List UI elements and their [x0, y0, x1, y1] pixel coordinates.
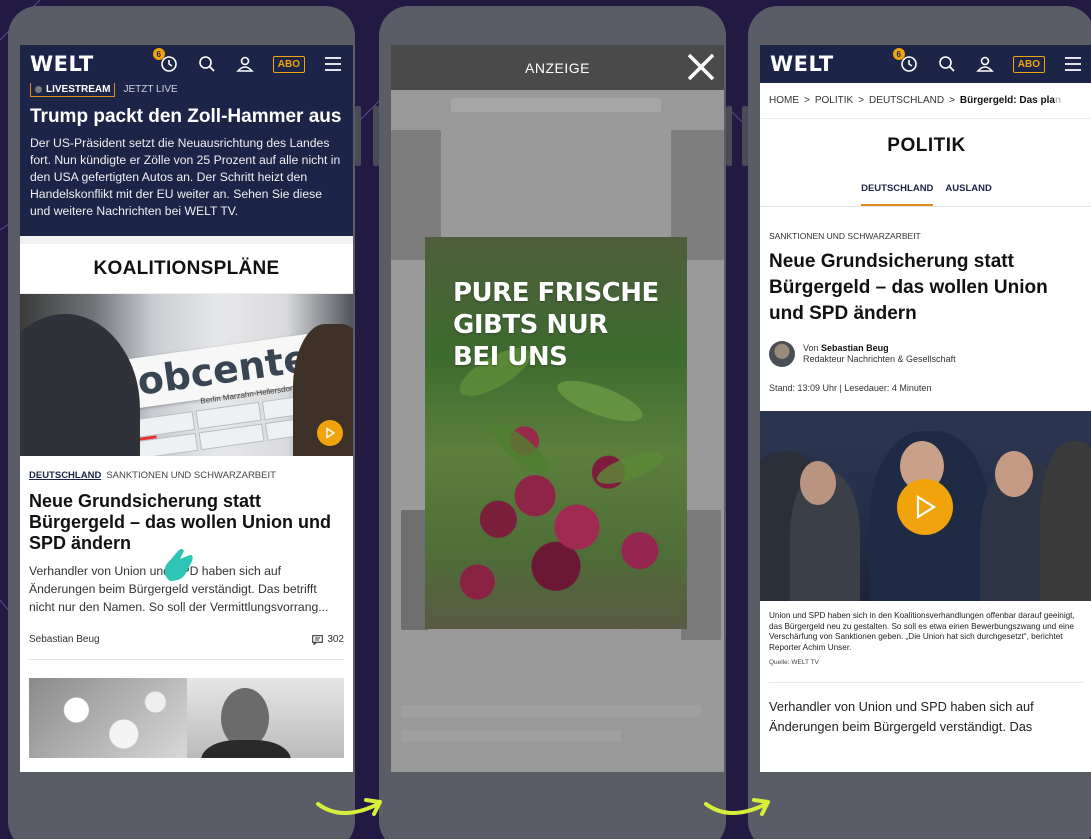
flowers-image [29, 678, 187, 758]
category-primary[interactable]: DEUTSCHLAND [29, 470, 101, 481]
abo-button[interactable]: ABO [272, 55, 305, 73]
avatar [769, 341, 795, 367]
breadcrumb: HOME > POLITIK > DEUTSCHLAND > Bürgergeld: … [760, 83, 1091, 119]
article-video[interactable] [760, 411, 1091, 601]
livestream-teaser[interactable]: LIVESTREAM JETZT LIVE Trump packt den Zo… [20, 81, 353, 236]
tab-ausland[interactable]: AUSLAND [945, 183, 991, 206]
history-icon[interactable]: 6 [892, 48, 919, 74]
ad-headline: PURE FRISCHE GIBTS NUR BEI UNS [453, 278, 659, 372]
menu-icon[interactable] [323, 54, 343, 74]
article-categories: DEUTSCHLAND SANKTIONEN UND SCHWARZARBEIT [29, 470, 344, 481]
ad-creative[interactable]: PURE FRISCHE GIBTS NUR BEI UNS [425, 237, 687, 629]
author-name[interactable]: Sebastian Beug [821, 343, 889, 353]
jobcenter-image[interactable]: jobcenter Berlin Marzahn-Hellersdorf [20, 294, 353, 456]
tab-deutschland[interactable]: DEUTSCHLAND [861, 183, 934, 206]
user-icon[interactable] [975, 54, 995, 74]
ad-header: ANZEIGE [391, 45, 724, 90]
live-headline[interactable]: Trump packt den Zoll-Hammer aus [30, 105, 343, 129]
live-dot-icon [35, 85, 42, 93]
video-source: Quelle: WELT TV [769, 659, 819, 666]
tap-hand-icon [164, 549, 193, 581]
close-icon[interactable] [686, 52, 716, 82]
menu-icon[interactable] [1063, 54, 1083, 74]
history-icon[interactable]: 6 [152, 48, 179, 74]
next-teaser-image[interactable] [29, 678, 344, 758]
live-status: JETZT LIVE [123, 83, 178, 95]
screen-article: WELT 6 ABO HOME > POLITIK > DEUTSCHLAND … [760, 45, 1091, 772]
comments-link[interactable]: 302 [312, 634, 344, 645]
notification-badge: 6 [892, 48, 905, 60]
screen-homepage: WELT 6 ABO LIVESTREAM JETZT LIVE Trump p… [20, 45, 353, 772]
livestream-tag: LIVESTREAM [30, 81, 116, 97]
search-icon[interactable] [937, 54, 957, 74]
breadcrumb-deutschland[interactable]: DEUTSCHLAND [869, 95, 944, 106]
welt-header: WELT 6 ABO [760, 45, 1091, 83]
breadcrumb-home[interactable]: HOME [769, 95, 799, 106]
author-box[interactable]: Von Sebastian Beug Redakteur Nachrichten… [769, 341, 1084, 367]
article-body: Verhandler von Union und SPD haben sich … [769, 682, 1084, 737]
user-icon[interactable] [235, 54, 255, 74]
abo-button[interactable]: ABO [1012, 55, 1045, 73]
live-summary: Der US-Präsident setzt die Neuausrichtun… [30, 136, 341, 218]
article-kicker[interactable]: SANKTIONEN UND SCHWARZARBEIT [769, 231, 1084, 241]
section-tabs: DEUTSCHLAND AUSLAND [760, 183, 1091, 206]
section-title[interactable]: POLITIK [760, 135, 1091, 157]
search-icon[interactable] [197, 54, 217, 74]
notification-badge: 6 [152, 48, 165, 60]
author-role: Redakteur Nachrichten & Gesellschaft [803, 354, 956, 364]
comment-count: 302 [327, 634, 344, 645]
phone-frame-3: WELT 6 ABO HOME > POLITIK > DEUTSCHLAND … [742, 6, 1091, 839]
section-title[interactable]: KOALITIONSPLÄNE [20, 236, 353, 294]
portrait-image [186, 678, 344, 758]
video-caption: Union und SPD haben sich in den Koalitio… [769, 611, 1075, 652]
breadcrumb-politik[interactable]: POLITIK [815, 95, 853, 106]
play-video-icon[interactable] [317, 420, 343, 446]
play-video-icon[interactable] [897, 479, 953, 535]
welt-header: WELT 6 ABO [20, 45, 353, 83]
article-author: Sebastian Beug [29, 634, 100, 645]
welt-logo[interactable]: WELT [30, 52, 94, 76]
breadcrumb-current: Bürgergeld: Das pla [959, 95, 1055, 106]
phone-frame-2: ANZEIGE PURE FRISCHE GIBTS NUR BEI UNS [373, 6, 732, 839]
flow-arrow-icon [316, 798, 382, 816]
article-headline: Neue Grundsicherung statt Bürgergeld – d… [769, 251, 1048, 324]
flow-arrow-icon [704, 798, 770, 816]
welt-logo[interactable]: WELT [770, 52, 834, 76]
category-secondary[interactable]: SANKTIONEN UND SCHWARZARBEIT [106, 470, 276, 481]
screen-interstitial-ad: ANZEIGE PURE FRISCHE GIBTS NUR BEI UNS [391, 45, 724, 772]
comment-icon [312, 634, 324, 645]
article-timestamp: Stand: 13:09 Uhr | Lesedauer: 4 Minuten [769, 383, 932, 393]
ad-label: ANZEIGE [525, 59, 590, 76]
phone-frame-1: WELT 6 ABO LIVESTREAM JETZT LIVE Trump p… [8, 6, 361, 839]
